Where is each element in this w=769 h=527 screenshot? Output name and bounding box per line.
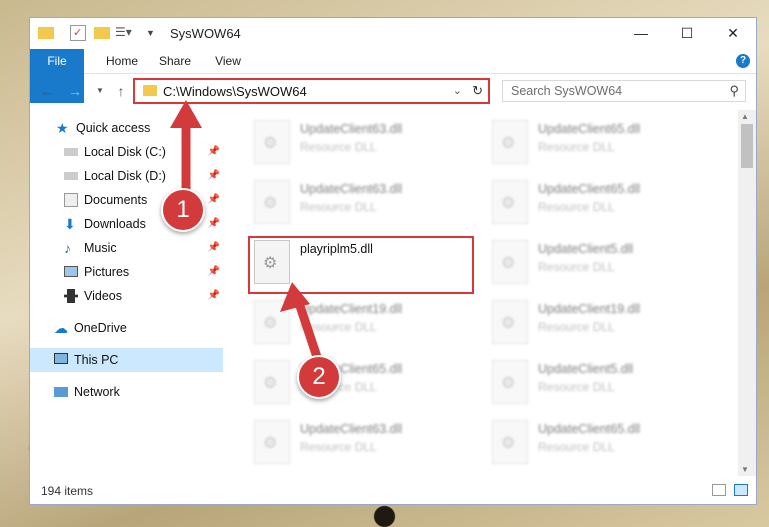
arrow-1 <box>170 100 202 192</box>
arrow-2 <box>280 282 323 362</box>
step-2-badge: 2 <box>297 355 341 399</box>
annotation-arrows <box>170 100 323 362</box>
step-1-badge: 1 <box>161 188 205 232</box>
